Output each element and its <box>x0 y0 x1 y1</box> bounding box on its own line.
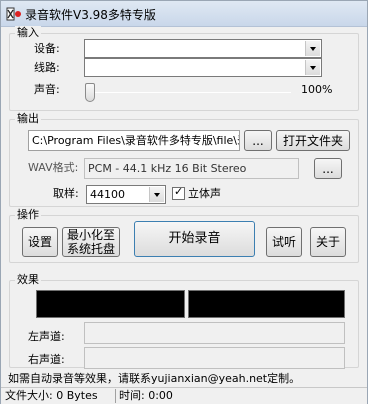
device-label: 设备: <box>34 42 60 55</box>
right-spectrum-display <box>188 290 345 318</box>
chevron-down-icon[interactable] <box>305 60 320 75</box>
effect-group-title: 效果 <box>15 273 41 287</box>
sample-rate-select[interactable]: 44100 <box>86 185 166 204</box>
input-group-title: 输入 <box>15 26 41 40</box>
wav-format-button[interactable]: ... <box>314 158 342 179</box>
listen-button[interactable]: 试听 <box>266 227 302 257</box>
minimize-to-tray-button[interactable]: 最小化至 系统托盘 <box>62 227 120 257</box>
file-size-status: 文件大小: 0 Bytes <box>5 389 98 402</box>
left-channel-label: 左声道: <box>28 330 65 343</box>
about-button[interactable]: 关于 <box>310 227 346 257</box>
open-folder-button[interactable]: 打开文件夹 <box>276 130 350 151</box>
status-bar: 文件大小: 0 Bytes 时间: 0:00 <box>1 387 367 404</box>
output-path-field[interactable]: C:\Program Files\录音软件多特专版\file\录 <box>28 130 240 151</box>
chevron-down-icon[interactable] <box>305 41 320 56</box>
main-window: 录音软件V3.98多特专版 输入 设备: 线路: 声音: 100% 输出 C:\… <box>0 0 368 404</box>
chevron-down-icon[interactable] <box>149 187 164 202</box>
contact-notice: 如需自动录音等效果，请联系yujianxian@yeah.net定制。 <box>8 372 301 385</box>
minimize-to-tray-line1: 最小化至 <box>66 228 115 242</box>
actions-group-title: 操作 <box>15 208 41 222</box>
title-bar[interactable]: 录音软件V3.98多特专版 <box>1 1 367 27</box>
status-separator <box>115 389 116 403</box>
stereo-label[interactable]: 立体声 <box>188 187 221 201</box>
right-channel-label: 右声道: <box>28 353 65 366</box>
record-icon <box>6 7 21 21</box>
sample-label: 取样: <box>53 187 79 200</box>
output-group-title: 输出 <box>15 112 41 126</box>
volume-value: 100% <box>301 83 333 96</box>
window-title: 录音软件V3.98多特专版 <box>25 8 156 22</box>
line-label: 线路: <box>34 61 60 74</box>
wav-format-label: WAV格式: <box>28 161 79 174</box>
stereo-checkbox[interactable] <box>172 185 185 200</box>
device-select[interactable] <box>84 39 322 58</box>
line-select[interactable] <box>84 58 322 77</box>
settings-button[interactable]: 设置 <box>22 227 58 257</box>
time-status: 时间: 0:00 <box>119 389 173 402</box>
wav-format-field: PCM - 44.1 kHz 16 Bit Stereo <box>84 158 299 179</box>
left-channel-meter <box>84 322 345 344</box>
sample-rate-value: 44100 <box>90 188 125 201</box>
browse-path-button[interactable]: ... <box>244 130 272 151</box>
minimize-to-tray-line2: 系统托盘 <box>66 242 115 256</box>
volume-label: 声音: <box>34 83 60 96</box>
volume-slider-track[interactable] <box>85 92 291 93</box>
volume-slider-thumb[interactable] <box>85 83 95 102</box>
left-spectrum-display <box>36 290 185 318</box>
right-channel-meter <box>84 347 345 369</box>
start-record-button[interactable]: 开始录音 <box>134 221 255 257</box>
